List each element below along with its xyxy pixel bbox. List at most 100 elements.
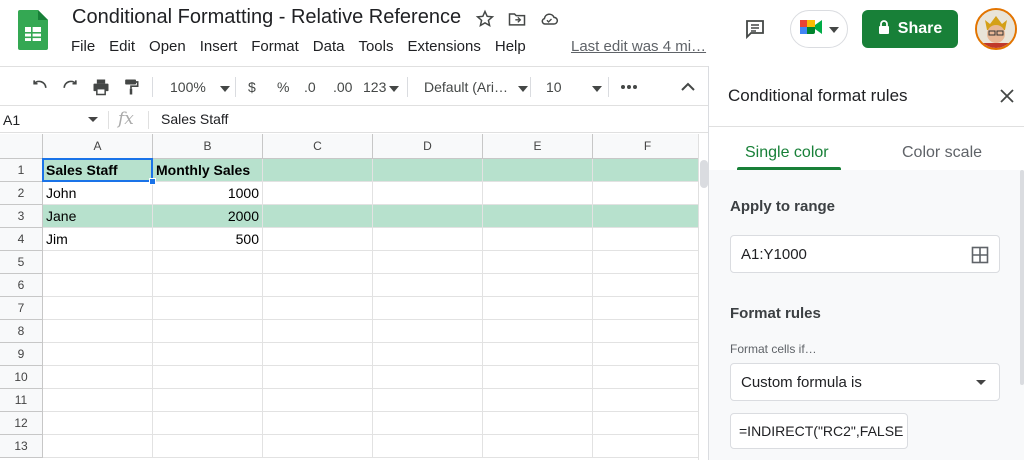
cell-c7[interactable]: [263, 297, 373, 320]
cell-e6[interactable]: [483, 274, 593, 297]
cell-e8[interactable]: [483, 320, 593, 343]
cell-f10[interactable]: [593, 366, 698, 389]
cell-e4[interactable]: [483, 228, 593, 251]
cell-f8[interactable]: [593, 320, 698, 343]
cell-f2[interactable]: [593, 182, 698, 205]
cell-b9[interactable]: [153, 343, 263, 366]
fill-handle[interactable]: [149, 178, 156, 185]
row-header-4[interactable]: 4: [0, 228, 43, 251]
cell-b7[interactable]: [153, 297, 263, 320]
cell-e13[interactable]: [483, 435, 593, 458]
panel-scrollbar-thumb[interactable]: [1020, 170, 1024, 385]
range-input[interactable]: A1:Y1000: [730, 235, 1000, 273]
column-header-b[interactable]: B: [153, 134, 263, 159]
cell-e10[interactable]: [483, 366, 593, 389]
cell-e12[interactable]: [483, 412, 593, 435]
cell-d2[interactable]: [373, 182, 483, 205]
paint-format-icon[interactable]: [121, 67, 141, 107]
cell-f1[interactable]: [593, 159, 698, 182]
cell-a3[interactable]: Jane: [43, 205, 153, 228]
cloud-saved-icon[interactable]: [538, 8, 560, 30]
cell-a11[interactable]: [43, 389, 153, 412]
column-header-e[interactable]: E: [483, 134, 593, 159]
cell-b12[interactable]: [153, 412, 263, 435]
cell-b4[interactable]: 500: [153, 228, 263, 251]
cell-c2[interactable]: [263, 182, 373, 205]
cell-f4[interactable]: [593, 228, 698, 251]
cell-b2[interactable]: 1000: [153, 182, 263, 205]
select-range-icon[interactable]: [971, 246, 989, 264]
cell-a8[interactable]: [43, 320, 153, 343]
share-button[interactable]: Share: [862, 10, 958, 48]
cell-c8[interactable]: [263, 320, 373, 343]
print-icon[interactable]: [91, 67, 111, 107]
document-title[interactable]: Conditional Formatting - Relative Refere…: [72, 6, 461, 29]
cell-f6[interactable]: [593, 274, 698, 297]
cell-b5[interactable]: [153, 251, 263, 274]
vertical-scrollbar[interactable]: [698, 134, 708, 460]
cell-e7[interactable]: [483, 297, 593, 320]
cell-d7[interactable]: [373, 297, 483, 320]
move-to-folder-icon[interactable]: [506, 8, 528, 30]
formula-input[interactable]: Sales Staff: [161, 111, 228, 127]
cell-a12[interactable]: [43, 412, 153, 435]
menu-open[interactable]: Open: [142, 38, 193, 55]
cell-e1[interactable]: [483, 159, 593, 182]
cell-f12[interactable]: [593, 412, 698, 435]
row-header-2[interactable]: 2: [0, 182, 43, 205]
cell-a2[interactable]: John: [43, 182, 153, 205]
row-header-3[interactable]: 3: [0, 205, 43, 228]
cell-d3[interactable]: [373, 205, 483, 228]
cell-b3[interactable]: 2000: [153, 205, 263, 228]
row-header-10[interactable]: 10: [0, 366, 43, 389]
tab-single-color[interactable]: Single color: [745, 144, 829, 162]
tab-color-scale[interactable]: Color scale: [902, 144, 982, 162]
cell-c1[interactable]: [263, 159, 373, 182]
scrollbar-thumb[interactable]: [700, 160, 708, 188]
row-header-11[interactable]: 11: [0, 389, 43, 412]
increase-decimal-button[interactable]: .00: [333, 67, 352, 107]
cell-c6[interactable]: [263, 274, 373, 297]
cell-a10[interactable]: [43, 366, 153, 389]
cell-e9[interactable]: [483, 343, 593, 366]
cell-b11[interactable]: [153, 389, 263, 412]
zoom-select[interactable]: 100%: [170, 67, 230, 107]
select-all-corner[interactable]: [0, 134, 43, 159]
row-header-1[interactable]: 1: [0, 159, 43, 182]
cell-e3[interactable]: [483, 205, 593, 228]
cell-a13[interactable]: [43, 435, 153, 458]
cell-c12[interactable]: [263, 412, 373, 435]
cell-f3[interactable]: [593, 205, 698, 228]
column-header-f[interactable]: F: [593, 134, 698, 159]
cell-e5[interactable]: [483, 251, 593, 274]
menu-help[interactable]: Help: [488, 38, 533, 55]
row-header-7[interactable]: 7: [0, 297, 43, 320]
cell-c3[interactable]: [263, 205, 373, 228]
cell-d6[interactable]: [373, 274, 483, 297]
cell-c5[interactable]: [263, 251, 373, 274]
avatar[interactable]: [975, 8, 1017, 50]
cell-f7[interactable]: [593, 297, 698, 320]
cell-d9[interactable]: [373, 343, 483, 366]
redo-icon[interactable]: [60, 67, 80, 107]
currency-format-button[interactable]: $: [248, 67, 256, 107]
cell-f5[interactable]: [593, 251, 698, 274]
meet-button[interactable]: [790, 10, 848, 48]
column-header-c[interactable]: C: [263, 134, 373, 159]
menu-tools[interactable]: Tools: [351, 38, 400, 55]
font-size-select[interactable]: 10: [546, 67, 602, 107]
chevron-down-icon[interactable]: [88, 117, 98, 122]
row-header-9[interactable]: 9: [0, 343, 43, 366]
cell-f9[interactable]: [593, 343, 698, 366]
cell-f11[interactable]: [593, 389, 698, 412]
row-header-6[interactable]: 6: [0, 274, 43, 297]
menu-file[interactable]: File: [64, 38, 102, 55]
cell-a4[interactable]: Jim: [43, 228, 153, 251]
cell-c4[interactable]: [263, 228, 373, 251]
cell-c11[interactable]: [263, 389, 373, 412]
condition-select[interactable]: Custom formula is: [730, 363, 1000, 401]
star-icon[interactable]: [474, 8, 496, 30]
column-header-a[interactable]: A: [43, 134, 153, 159]
panel-scrollbar[interactable]: [1019, 170, 1024, 460]
cell-d1[interactable]: [373, 159, 483, 182]
